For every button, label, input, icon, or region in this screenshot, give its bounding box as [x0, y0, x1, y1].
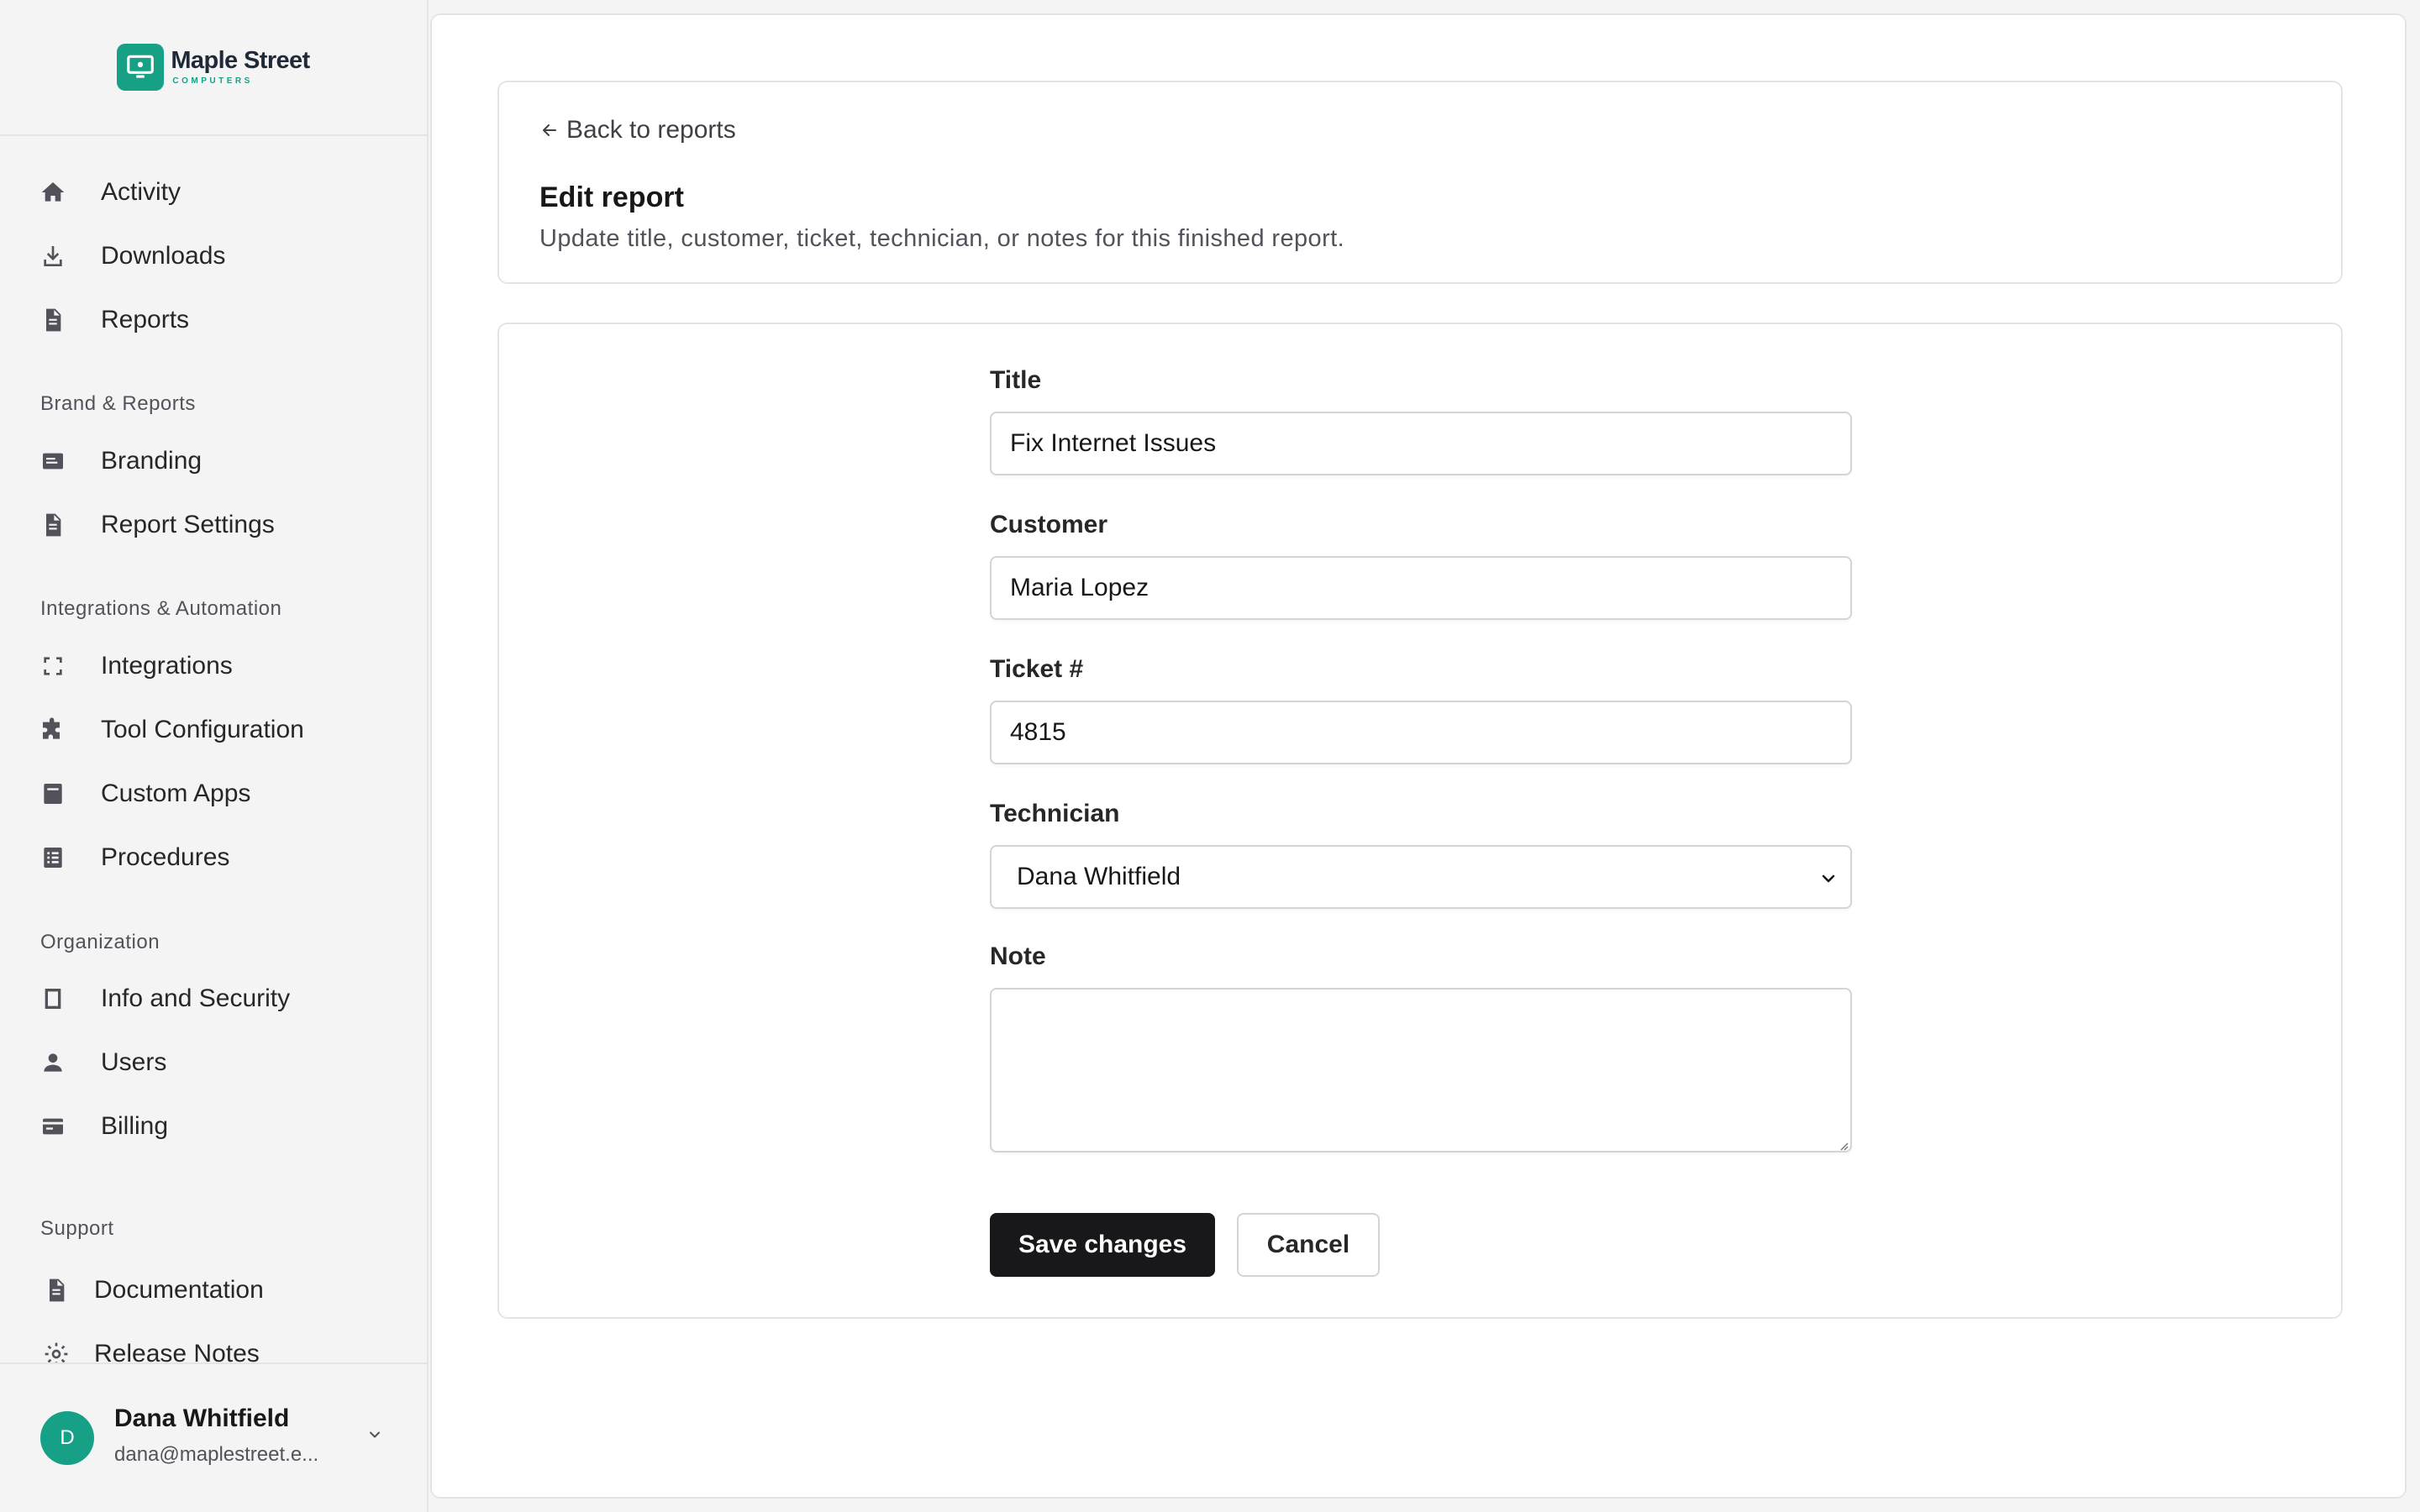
chevron-down-icon[interactable] [365, 1425, 385, 1445]
sidebar-item-billing[interactable]: Billing [39, 1102, 168, 1151]
sidebar-item-label: Info and Security [101, 984, 291, 1012]
download-icon [39, 242, 67, 270]
puzzle-icon [39, 716, 67, 744]
customer-label: Customer [990, 511, 1108, 538]
user-icon [39, 1048, 67, 1077]
ticket-number-input[interactable] [990, 701, 1852, 764]
app-icon [39, 780, 67, 808]
brand-logo[interactable]: Maple Street COMPUTERS [117, 44, 310, 91]
user-email: dana@maplestreet.e... [114, 1443, 319, 1466]
sidebar-item-users[interactable]: Users [39, 1038, 166, 1087]
ticket-label: Ticket # [990, 655, 1084, 683]
square-icon [39, 984, 67, 1013]
sidebar-item-label: Users [101, 1048, 167, 1076]
title-label: Title [990, 366, 1042, 394]
sidebar-item-reports[interactable]: Reports [39, 296, 189, 344]
credit-card-icon [39, 1112, 67, 1141]
technician-label: Technician [990, 800, 1120, 827]
sidebar-item-label: Release Notes [94, 1340, 260, 1362]
sidebar-item-procedures[interactable]: Procedures [39, 833, 229, 882]
sidebar-item-info-and-security[interactable]: Info and Security [39, 974, 290, 1023]
document-icon [39, 511, 67, 539]
sidebar-item-label: Procedures [101, 843, 230, 871]
note-label: Note [990, 942, 1046, 970]
sidebar-item-release-notes[interactable]: Release Notes [42, 1330, 260, 1362]
brand-name: Maple Street [171, 47, 310, 74]
resize-handle-icon[interactable] [1837, 1139, 1849, 1151]
sidebar-item-integrations[interactable]: Integrations [39, 642, 233, 690]
sidebar-item-label: Report Settings [101, 511, 275, 538]
sidebar-item-branding[interactable]: Branding [39, 437, 202, 486]
section-heading-integrations: Integrations & Automation [40, 597, 282, 620]
sidebar-item-label: Reports [101, 306, 190, 333]
card-icon [39, 447, 67, 475]
section-heading-support: Support [40, 1217, 114, 1240]
sidebar-item-label: Tool Configuration [101, 716, 304, 743]
arrow-left-icon [543, 124, 556, 136]
main-content: Back to reports Edit report Update title… [430, 13, 2407, 1499]
section-heading-brand-reports: Brand & Reports [40, 392, 196, 415]
sidebar-item-tool-configuration[interactable]: Tool Configuration [39, 706, 304, 754]
sidebar-item-custom-apps[interactable]: Custom Apps [39, 769, 250, 818]
chevron-down-icon [1822, 874, 1835, 883]
logo-area: Maple Street COMPUTERS [0, 0, 427, 136]
page-title: Edit report [539, 181, 684, 213]
sidebar-nav: Activity Downloads Reports Brand & Repor… [0, 136, 427, 1362]
sidebar-item-label: Activity [101, 178, 182, 206]
avatar: D [40, 1411, 94, 1465]
sidebar-item-label: Billing [101, 1112, 169, 1140]
technician-select[interactable]: Dana Whitfield [990, 845, 1852, 909]
sidebar-item-label: Integrations [101, 652, 233, 680]
back-link-label: Back to reports [566, 116, 736, 144]
sidebar-item-report-settings[interactable]: Report Settings [39, 501, 275, 549]
home-icon [39, 178, 67, 207]
page-subtitle: Update title, customer, ticket, technici… [539, 225, 1345, 252]
document-icon [39, 306, 67, 334]
user-name: Dana Whitfield [114, 1404, 290, 1432]
sidebar-item-label: Documentation [94, 1276, 264, 1304]
gear-icon [42, 1340, 71, 1362]
sidebar-item-activity[interactable]: Activity [39, 168, 181, 217]
title-input[interactable] [990, 412, 1852, 475]
user-menu[interactable]: D Dana Whitfield dana@maplestreet.e... [0, 1362, 427, 1512]
sidebar-item-downloads[interactable]: Downloads [39, 232, 225, 281]
sidebar-item-label: Custom Apps [101, 780, 251, 807]
list-icon [39, 843, 67, 872]
sidebar: Maple Street COMPUTERS Activity Download… [0, 0, 429, 1512]
edit-report-form: Title Customer Ticket # Technician Dana … [497, 323, 2343, 1319]
sidebar-item-documentation[interactable]: Documentation [42, 1266, 264, 1315]
dashed-square-icon [39, 652, 67, 680]
monitor-logo-icon [117, 44, 165, 91]
section-heading-organization: Organization [40, 931, 160, 953]
back-to-reports-link[interactable]: Back to reports [539, 116, 736, 144]
sidebar-item-label: Branding [101, 447, 203, 475]
sidebar-item-label: Downloads [101, 242, 226, 270]
customer-input[interactable] [990, 556, 1852, 620]
document-icon [42, 1276, 71, 1305]
brand-tagline: COMPUTERS [172, 76, 253, 86]
save-changes-button[interactable]: Save changes [990, 1213, 1215, 1277]
cancel-button[interactable]: Cancel [1237, 1213, 1380, 1277]
page-header-card: Back to reports Edit report Update title… [497, 81, 2343, 284]
technician-selected-value: Dana Whitfield [1017, 863, 1181, 890]
note-textarea[interactable] [990, 988, 1852, 1152]
